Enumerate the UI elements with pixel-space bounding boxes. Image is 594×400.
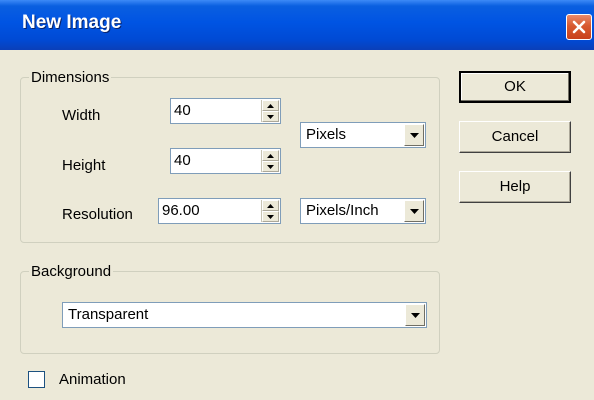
resolution-up-arrow[interactable] [262,200,279,211]
animation-checkbox[interactable] [28,371,45,388]
dimensions-legend: Dimensions [31,69,110,86]
close-button[interactable] [566,14,592,40]
width-label: Width [62,107,101,124]
width-up-arrow[interactable] [262,100,279,111]
title-bar[interactable]: New Image [0,0,594,50]
animation-label[interactable]: Animation [59,371,126,388]
resolution-value: 96.00 [162,202,200,219]
chevron-down-icon [410,209,419,214]
height-value: 40 [174,152,191,169]
cancel-button[interactable]: Cancel [459,121,571,153]
width-down-arrow[interactable] [262,111,279,122]
unit-dropdown[interactable]: Pixels [300,122,426,148]
background-dropdown[interactable]: Transparent [62,302,427,328]
resolution-spinbox[interactable]: 96.00 [158,198,281,224]
resolution-label: Resolution [62,206,133,223]
unit-dropdown-button[interactable] [404,124,424,146]
window-title: New Image [22,12,122,33]
ok-button[interactable]: OK [459,71,571,103]
chevron-down-icon [410,133,419,138]
background-value: Transparent [68,306,149,323]
arrow-down-icon [267,215,274,219]
width-value: 40 [174,102,191,119]
arrow-up-icon [267,154,274,158]
background-legend: Background [31,263,112,280]
close-icon [572,20,586,34]
arrow-up-icon [267,104,274,108]
resolution-unit-value: Pixels/Inch [306,202,379,219]
resolution-unit-dropdown[interactable]: Pixels/Inch [300,198,426,224]
background-dropdown-button[interactable] [405,304,425,326]
height-spinbox[interactable]: 40 [170,148,281,174]
arrow-down-icon [267,115,274,119]
chevron-down-icon [411,313,420,318]
height-label: Height [62,157,106,174]
resolution-down-arrow[interactable] [262,211,279,222]
width-spinbox[interactable]: 40 [170,98,281,124]
arrow-up-icon [267,204,274,208]
height-up-arrow[interactable] [262,150,279,161]
height-down-arrow[interactable] [262,161,279,172]
help-button[interactable]: Help [459,171,571,203]
resolution-unit-dropdown-button[interactable] [404,200,424,222]
unit-value: Pixels [306,126,347,143]
arrow-down-icon [267,165,274,169]
